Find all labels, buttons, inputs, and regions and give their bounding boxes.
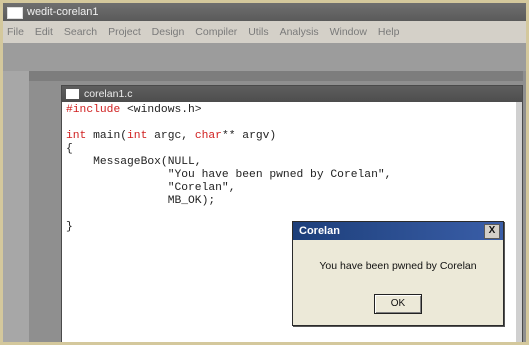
menu-item-design[interactable]: Design (152, 26, 185, 38)
menu-bar: File Edit Search Project Design Compiler… (3, 21, 526, 43)
code-text: "You have been pwned by Corelan", (66, 169, 392, 181)
menu-item-utils[interactable]: Utils (248, 26, 268, 38)
menu-item-window[interactable]: Window (330, 26, 367, 38)
menu-item-search[interactable]: Search (64, 26, 97, 38)
message-box-dialog: Corelan X You have been pwned by Corelan… (292, 221, 504, 326)
menu-item-help[interactable]: Help (378, 26, 400, 38)
code-text: <windows.h> (120, 104, 202, 116)
code-editor[interactable]: #include <windows.h> int main(int argc, … (66, 104, 516, 234)
menu-item-edit[interactable]: Edit (35, 26, 53, 38)
code-line: { (66, 143, 516, 156)
code-keyword: #include (66, 104, 121, 116)
dialog-title: Corelan (299, 225, 340, 237)
toolbar-area (3, 43, 526, 71)
dialog-message: You have been pwned by Corelan (319, 260, 477, 272)
code-line: "Corelan", (66, 182, 516, 195)
code-keyword: char (194, 130, 222, 142)
menu-item-compiler[interactable]: Compiler (195, 26, 237, 38)
code-text: { (66, 143, 73, 155)
code-text: ** argv) (221, 130, 277, 142)
editor-scrollbar[interactable] (516, 102, 522, 342)
dialog-titlebar[interactable]: Corelan X (293, 222, 503, 240)
ok-button[interactable]: OK (374, 294, 422, 314)
code-text: "Corelan", (66, 182, 236, 194)
code-text: MB_OK); (66, 195, 216, 207)
window-title: wedit-corelan1 (27, 6, 99, 18)
code-text: MessageBox(NULL, (66, 156, 202, 168)
code-text: argc, (147, 130, 195, 142)
mdi-client-edge (29, 71, 523, 81)
document-titlebar[interactable]: corelan1.c (62, 86, 522, 102)
code-text: } (66, 221, 73, 233)
close-icon[interactable]: X (484, 224, 500, 239)
document-icon (66, 89, 79, 99)
code-keyword: int (127, 130, 148, 142)
menu-item-file[interactable]: File (7, 26, 24, 38)
code-text: main( (86, 130, 128, 142)
window-titlebar[interactable]: wedit-corelan1 (3, 3, 526, 21)
document-title: corelan1.c (84, 88, 133, 100)
menu-item-project[interactable]: Project (108, 26, 141, 38)
ide-window: wedit-corelan1 File Edit Search Project … (0, 0, 529, 345)
code-keyword: int (66, 130, 87, 142)
window-icon (7, 7, 23, 19)
code-line: MB_OK); (66, 195, 516, 208)
left-panel (3, 71, 29, 342)
code-line: MessageBox(NULL, (66, 156, 516, 169)
code-line: #include <windows.h> (66, 104, 516, 117)
code-line: "You have been pwned by Corelan", (66, 169, 516, 182)
code-line: int main(int argc, char** argv) (66, 130, 516, 143)
menu-item-analysis[interactable]: Analysis (280, 26, 319, 38)
